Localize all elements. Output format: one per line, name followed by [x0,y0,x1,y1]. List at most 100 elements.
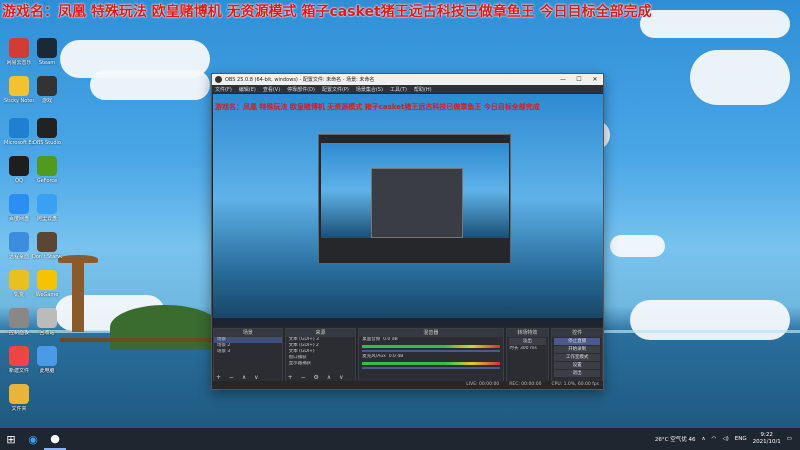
start-recording-button[interactable]: 开始录制 [554,346,601,353]
desktop-icon[interactable]: Don't Starve [32,232,62,268]
wegame-icon [37,270,57,290]
steam-icon [37,38,57,58]
maximize-icon[interactable]: ☐ [571,76,587,83]
mixer-channel-name: 桌面音频 0.0 dB [362,337,398,342]
stream-overlay-text: 游戏名：凤凰 特殊玩法 欧皇赌博机 无资源模式 箱子casket猪王远古科技已做… [2,4,652,20]
desktop-icon-label: Sticky Notes [4,98,34,104]
scene-controls[interactable]: + − ∧ ∨ [216,374,262,381]
nested-obs-window [371,168,463,238]
system-tray: 26°C 空气优 46 ∧ ◠ ◁) ENG 9:22 2021/10/1 ▭ [655,432,800,446]
volume-icon[interactable]: ◁) [722,436,728,442]
menu-item[interactable]: 文件(F) [215,86,232,93]
desktop-icon[interactable]: 文件夹 [4,384,34,420]
wifi-icon[interactable]: ◠ [712,436,717,442]
island [110,305,220,350]
desktop-icon[interactable]: 阿里云盘 [32,194,62,230]
desktop-icon-label: Microsoft Edge [4,140,34,146]
cloud [690,50,790,105]
nested-preview [321,143,509,238]
folder-icon [9,384,29,404]
scene-item[interactable]: 场景 3 [214,349,282,355]
obs-title-bar[interactable]: OBS 25.0.8 (64-bit, windows) - 配置文件: 未命名… [212,74,603,85]
desktop-icon[interactable]: 回收站 [32,308,62,344]
music-icon [9,38,29,58]
desktop-icon[interactable]: 远程桌面 [4,232,34,268]
desktop-icon[interactable]: QQ [4,156,34,192]
obs-preview[interactable]: 游戏名：凤凰 特殊玩法 欧皇赌博机 无资源模式 箱子casket猪王远古科技已做… [213,94,603,326]
tray-chevron-icon[interactable]: ∧ [702,436,706,442]
preview-taskbar [213,318,603,326]
cpu-fps: CPU: 1.0%, 60.00 fps [551,382,600,387]
obs-window-title: OBS 25.0.8 (64-bit, windows) - 配置文件: 未命名… [225,77,375,83]
desktop-icon-label: 新建文件 [8,368,29,374]
obs-status-bar: LIVE: 00:00:00 REC: 00:00:00 CPU: 1.0%, … [213,381,603,388]
clock-date: 2021/10/1 [752,439,781,445]
start-button[interactable]: ⊞ [0,428,22,450]
desktop-icon[interactable]: 控制面板 [4,308,34,344]
desktop-icon[interactable]: GeForce [32,156,62,192]
desktop-icon[interactable]: 网易云音乐 [4,38,34,74]
desktop-icon-label: 此电脑 [39,368,55,374]
close-icon[interactable]: ✕ [587,76,603,83]
recycle-bin-icon [37,308,57,328]
cloud [610,235,665,257]
browser-icon[interactable]: ◉ [22,428,44,450]
sources-header: 来源 [285,329,356,337]
cloud-icon [9,194,29,214]
obs-icon [37,118,57,138]
settings-button[interactable]: 设置 [554,362,601,369]
source-item[interactable]: 显示器捕获 [286,361,356,367]
minimize-icon[interactable]: — [555,76,571,83]
volume-slider[interactable] [362,350,500,352]
taskbar: ⊞ ◉ ● 26°C 空气优 46 ∧ ◠ ◁) ENG 9:22 2021/1… [0,428,800,450]
input-language[interactable]: ENG [735,436,747,442]
menu-item[interactable]: 配置文件(P) [322,86,349,93]
rec-timer: REC: 00:00:00 [509,382,542,387]
remote-icon [9,232,29,252]
menu-item[interactable]: 场景集合(S) [356,86,383,93]
mixer-header: 混音器 [359,329,503,337]
desktop-icon[interactable]: Steam [32,38,62,74]
qq-icon [9,156,29,176]
desktop-icon[interactable]: 游戏 [32,76,62,112]
menu-item[interactable]: 工具(T) [390,86,407,93]
studio-mode-button[interactable]: 工作室模式 [554,354,601,361]
desktop-icon[interactable]: Microsoft Edge [4,118,34,154]
menu-item[interactable]: 编辑(E) [239,86,256,93]
obs-logo-icon [215,76,222,83]
desktop-icon[interactable]: Sticky Notes [4,76,34,112]
weather-widget[interactable]: 26°C 空气优 46 [655,435,696,443]
obs-docks: 场景 场景 场景 2 场景 3 + − ∧ ∨ 来源 文本 (GDI+) 3 文… [213,328,604,383]
game-icon [9,270,29,290]
audio-meter [362,362,500,365]
desktop-icon-label: 远程桌面 [8,254,29,260]
obs-window[interactable]: OBS 25.0.8 (64-bit, windows) - 配置文件: 未命名… [211,73,604,390]
desktop-icon[interactable]: WeGame [32,270,62,306]
obs-taskbar-icon[interactable]: ● [44,428,66,450]
clock[interactable]: 9:22 2021/10/1 [753,432,781,446]
preview-nested-obs [318,134,511,264]
desktop-icon[interactable]: 此电脑 [32,346,62,382]
duration-label: 时长 300 ms [509,346,537,351]
exit-button[interactable]: 退出 [554,370,601,377]
mixer-channel-name: 麦克风/Aux 0.0 dB [362,354,404,359]
desktop-icon-label: 饥荒 [13,292,24,298]
menu-item[interactable]: 帮助(H) [414,86,432,93]
desktop-icon[interactable]: 饥荒 [4,270,34,306]
desktop-icon[interactable]: 百度网盘 [4,194,34,230]
cloud [90,70,210,100]
desktop-icon-label: GeForce [36,178,58,184]
mixer-dock: 混音器 桌面音频 0.0 dB 麦克风/Aux 0.0 dB [358,328,504,383]
volume-slider[interactable] [362,367,500,369]
desktop-icon[interactable]: OBS Studio [32,118,62,154]
stop-streaming-button[interactable]: 停止直播 [554,338,601,345]
transitions-header: 转场特效 [506,329,549,337]
desktop-icon-label: 阿里云盘 [36,216,57,222]
desktop-icon[interactable]: 新建文件 [4,346,34,382]
transition-select[interactable]: 淡出 [508,338,547,345]
transitions-dock: 转场特效 淡出 时长 300 ms [505,328,550,383]
menu-item[interactable]: 停靠部件(D) [287,86,315,93]
notification-icon[interactable]: ▭ [787,436,792,442]
source-controls[interactable]: + − ⚙ ∧ ∨ [288,374,347,381]
menu-item[interactable]: 查看(V) [263,86,280,93]
